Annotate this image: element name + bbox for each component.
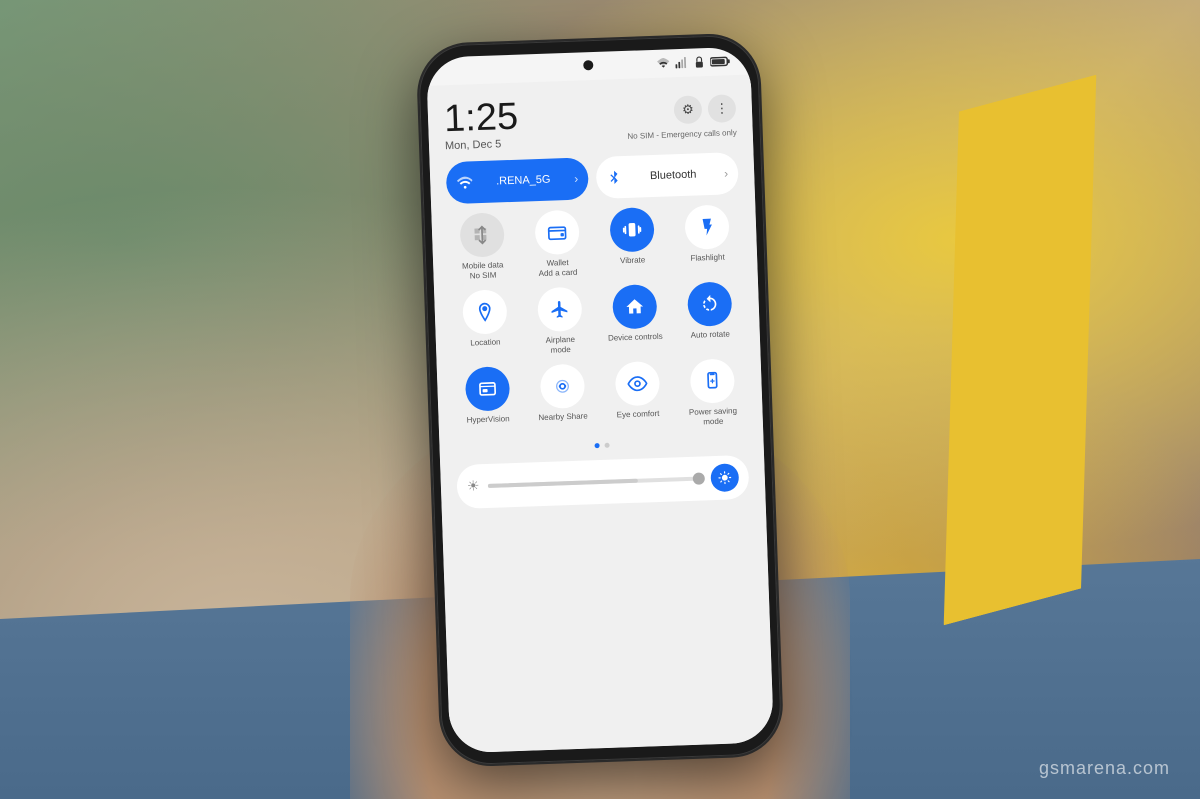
location-label: Location	[470, 337, 501, 348]
power-saving-icon	[702, 371, 723, 392]
device-controls-label: Device controls	[608, 331, 663, 342]
nearby-share-icon	[552, 376, 573, 397]
lock-status-icon	[692, 55, 706, 69]
mobile-data-label: Mobile dataNo SIM	[462, 260, 504, 281]
eye-comfort-icon	[627, 373, 648, 394]
power-saving-action[interactable]: Power savingmode	[678, 358, 747, 427]
vibrate-action[interactable]: Vibrate	[597, 206, 666, 275]
header-controls: ⚙ ⋮	[673, 94, 736, 124]
sim-info: No SIM - Emergency calls only	[627, 128, 737, 141]
device-controls-icon	[624, 296, 645, 317]
hypervision-icon-wrap	[464, 366, 510, 412]
eye-comfort-label: Eye comfort	[617, 409, 660, 420]
brightness-track[interactable]	[487, 476, 702, 488]
flashlight-icon	[696, 216, 717, 237]
mobile-data-action[interactable]: Mobile dataNo SIM	[447, 211, 516, 280]
nearby-share-icon-wrap	[539, 363, 585, 409]
nearby-share-label: Nearby Share	[538, 411, 588, 422]
quick-settings-panel: 1:25 Mon, Dec 5 ⚙ ⋮ No SIM - Emergency c…	[427, 74, 774, 753]
phone-frame: 1:25 Mon, Dec 5 ⚙ ⋮ No SIM - Emergency c…	[418, 34, 783, 765]
wifi-chevron: ›	[574, 171, 578, 185]
airplane-label: Airplanemode	[546, 335, 576, 355]
battery-status-icon	[710, 56, 730, 67]
mobile-data-icon-wrap	[459, 212, 505, 258]
settings-button[interactable]: ⚙	[673, 95, 702, 124]
hypervision-action[interactable]: HyperVision	[453, 366, 522, 435]
location-action[interactable]: Location	[450, 289, 519, 358]
hypervision-icon	[477, 378, 498, 399]
eye-comfort-action[interactable]: Eye comfort	[603, 360, 672, 429]
vibrate-icon-wrap	[609, 207, 655, 253]
brightness-fill	[487, 478, 638, 487]
wallet-label: WalletAdd a card	[538, 257, 577, 278]
vibrate-label: Vibrate	[620, 255, 646, 265]
auto-rotate-action[interactable]: Auto rotate	[675, 281, 744, 350]
page-dots	[456, 437, 748, 452]
brightness-row: ☀	[456, 454, 749, 508]
flashlight-action[interactable]: Flashlight	[672, 204, 741, 273]
hypervision-label: HyperVision	[466, 414, 509, 425]
location-icon-wrap	[462, 289, 508, 335]
brightness-thumb	[693, 471, 705, 483]
status-icons	[656, 54, 730, 71]
camera-notch	[583, 60, 593, 70]
bluetooth-chevron: ›	[724, 166, 728, 180]
actions-grid-row1: Mobile dataNo SIM WalletAdd a card	[447, 204, 741, 281]
power-saving-icon-wrap	[689, 358, 735, 404]
header-row: 1:25 Mon, Dec 5 ⚙ ⋮ No SIM - Emergency c…	[443, 90, 737, 152]
page-dot-2	[604, 442, 609, 447]
brightness-high-icon	[718, 470, 732, 484]
nearby-share-action[interactable]: Nearby Share	[528, 363, 597, 432]
vibrate-icon	[621, 219, 642, 240]
date-display: Mon, Dec 5	[445, 137, 519, 152]
wallet-icon	[546, 222, 567, 243]
phone-container: 1:25 Mon, Dec 5 ⚙ ⋮ No SIM - Emergency c…	[418, 34, 783, 765]
wallet-icon-wrap	[534, 209, 580, 255]
wallet-action[interactable]: WalletAdd a card	[522, 209, 591, 278]
power-saving-label: Power savingmode	[689, 406, 738, 427]
mobile-data-icon	[471, 224, 492, 245]
eye-comfort-icon-wrap	[614, 361, 660, 407]
more-menu-button[interactable]: ⋮	[707, 94, 736, 123]
watermark: gsmarena.com	[1039, 758, 1170, 779]
time-section: 1:25 Mon, Dec 5	[443, 97, 519, 152]
bluetooth-toggle-icon	[606, 169, 623, 186]
toggle-row: .RENA_5G › Bluetooth ›	[446, 152, 739, 204]
actions-grid-row3: HyperVision Nearby Share	[453, 358, 747, 435]
auto-rotate-icon	[699, 293, 720, 314]
actions-grid-row2: Location Airplanemode	[450, 281, 744, 358]
time-display: 1:25	[443, 97, 518, 138]
brightness-low-icon: ☀	[467, 477, 480, 494]
wifi-toggle-button[interactable]: .RENA_5G ›	[446, 157, 589, 204]
wifi-toggle-icon	[456, 174, 473, 191]
auto-rotate-label: Auto rotate	[691, 329, 730, 340]
page-dot-1	[594, 442, 599, 447]
wifi-status-icon	[656, 56, 670, 70]
device-controls-icon-wrap	[612, 284, 658, 330]
airplane-action[interactable]: Airplanemode	[525, 286, 594, 355]
flashlight-icon-wrap	[684, 204, 730, 250]
device-controls-action[interactable]: Device controls	[600, 283, 669, 352]
flashlight-label: Flashlight	[690, 252, 725, 263]
brightness-button[interactable]	[710, 462, 739, 491]
bluetooth-toggle-button[interactable]: Bluetooth ›	[596, 152, 739, 199]
wifi-label: .RENA_5G	[478, 172, 568, 187]
bluetooth-label: Bluetooth	[628, 167, 718, 182]
auto-rotate-icon-wrap	[686, 281, 732, 327]
airplane-icon	[549, 299, 570, 320]
airplane-icon-wrap	[537, 286, 583, 332]
location-icon	[474, 301, 495, 322]
signal-status-icon	[674, 55, 688, 69]
phone-screen: 1:25 Mon, Dec 5 ⚙ ⋮ No SIM - Emergency c…	[426, 46, 774, 753]
